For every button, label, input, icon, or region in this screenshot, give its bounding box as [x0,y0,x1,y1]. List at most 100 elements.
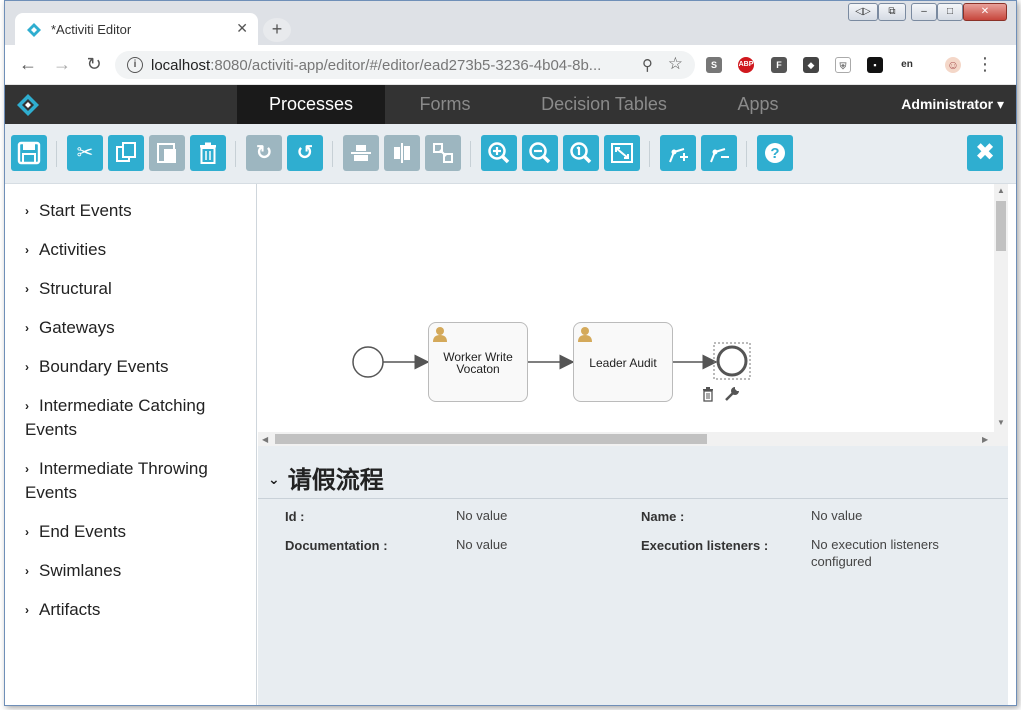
url-text: localhost:8080/activiti-app/editor/#/edi… [151,57,602,74]
scissors-icon: ✂ [76,142,94,164]
execution-listeners-label: Execution listeners : [641,538,769,553]
canvas-horizontal-scrollbar[interactable]: ◀ ▶ [258,432,1008,446]
delete-element-icon[interactable] [701,386,715,402]
wrench-icon[interactable] [724,386,740,402]
tab-title: *Activiti Editor [51,22,132,37]
delete-button[interactable] [190,135,226,171]
copy-icon [116,142,136,162]
adblock-plus-icon[interactable]: ABP [738,57,754,73]
editor-toolbar: ✂ ↻ ↺ ? ✖ [5,124,1016,184]
palette-structural[interactable]: › Structural [25,277,245,301]
help-button[interactable]: ? [757,135,793,171]
paste-button[interactable] [149,135,185,171]
extension-s-icon[interactable]: S [706,57,722,73]
save-icon [17,141,41,165]
process-title[interactable]: ⌄ 请假流程 [268,460,384,495]
translate-en-icon[interactable]: en [899,57,915,73]
undo-icon: ↺ [296,142,314,164]
start-event[interactable] [352,346,384,378]
zoom-fit-button[interactable] [604,135,640,171]
copy-button[interactable] [108,135,144,171]
tab-apps[interactable]: Apps [705,85,811,124]
tab-strip: *Activiti Editor ✕ + ◁▷ ⧉ – □ ✕ [5,1,1016,45]
paste-icon [157,143,176,163]
cut-button[interactable]: ✂ [67,135,103,171]
user-task-leader-audit[interactable]: Leader Audit [573,322,673,402]
tab-close-icon[interactable]: ✕ [236,20,248,37]
tab-forms[interactable]: Forms [385,85,505,124]
tab-processes[interactable]: Processes [237,85,385,131]
app-header: Processes Forms Decision Tables Apps Adm… [5,85,1016,131]
window-maximize-button[interactable]: □ [937,3,963,21]
chevron-right-icon: › [25,462,29,476]
zoom-out-icon [529,142,551,164]
browser-menu-icon[interactable]: ⋮ [976,54,994,75]
close-editor-button[interactable]: ✖ [967,135,1003,171]
activiti-favicon-icon [27,23,41,37]
extension-shield-icon[interactable]: ⛨ [835,57,851,73]
align-vertical-icon [394,143,410,163]
redo-button[interactable]: ↻ [246,135,282,171]
svg-text:?: ? [770,145,779,162]
palette-swimlanes[interactable]: › Swimlanes [25,559,245,583]
user-name: Administrator [901,96,994,112]
palette-boundary-events[interactable]: › Boundary Events [25,355,245,379]
profile-avatar-icon[interactable]: ☺ [945,57,961,73]
vertical-scroll-thumb[interactable] [996,201,1006,251]
browser-tab[interactable]: *Activiti Editor ✕ [15,13,258,45]
palette-end-events[interactable]: › End Events [25,520,245,544]
reload-icon[interactable]: ↻ [83,54,105,75]
undo-button[interactable]: ↺ [287,135,323,171]
window-restore-button[interactable]: ⧉ [878,3,906,21]
palette-start-events[interactable]: › Start Events [25,199,245,223]
horizontal-scroll-thumb[interactable] [275,434,707,444]
zoom-out-button[interactable] [522,135,558,171]
palette-intermediate-throwing-events[interactable]: › Intermediate Throwing Events [25,457,245,505]
chevron-down-icon: ▾ [996,96,1004,112]
add-bend-point-button[interactable] [660,135,696,171]
zoom-actual-button[interactable] [563,135,599,171]
align-horizontal-button[interactable] [343,135,379,171]
address-bar: ← → ↻ i localhost:8080/activiti-app/edit… [5,45,1016,85]
window-minimize-button[interactable]: – [911,3,937,21]
remove-bend-point-button[interactable] [701,135,737,171]
execution-listeners-value[interactable]: No execution listeners configured [811,536,939,570]
window-close-button[interactable]: ✕ [963,3,1007,21]
back-arrow-icon[interactable]: ← [17,54,39,75]
id-label: Id : [285,509,305,524]
diagram-canvas[interactable]: Worker Write Vocaton Leader Audit [258,184,994,432]
extension-dark-icon[interactable]: ▪ [867,57,883,73]
id-value[interactable]: No value [456,507,507,524]
url-field[interactable]: i localhost:8080/activiti-app/editor/#/e… [115,51,695,79]
extension-f-icon[interactable]: F [771,57,787,73]
bookmark-star-icon[interactable]: ☆ [668,54,683,74]
window-snap-button[interactable]: ◁▷ [848,3,878,21]
forward-arrow-icon[interactable]: → [51,54,73,75]
info-icon[interactable]: i [127,57,143,73]
name-value[interactable]: No value [811,507,862,524]
close-icon: ✖ [974,139,996,166]
bend-point-remove-icon [710,148,729,163]
new-tab-button[interactable]: + [263,18,291,42]
align-horizontal-icon [351,145,371,161]
user-menu[interactable]: Administrator ▾ [901,96,1004,113]
chevron-right-icon: › [25,204,29,218]
align-vertical-button[interactable] [384,135,420,171]
activiti-logo-icon[interactable] [17,94,39,116]
palette-gateways[interactable]: › Gateways [25,316,245,340]
browser-window: *Activiti Editor ✕ + ◁▷ ⧉ – □ ✕ ← → ↻ i … [4,0,1017,706]
palette-artifacts[interactable]: › Artifacts [25,598,245,622]
save-button[interactable] [11,135,47,171]
palette-activities[interactable]: › Activities [25,238,245,262]
zoom-in-button[interactable] [481,135,517,171]
extension-diamond-icon[interactable]: ◆ [803,57,819,73]
tab-decision-tables[interactable]: Decision Tables [525,85,683,124]
same-size-button[interactable] [425,135,461,171]
end-event[interactable] [716,345,748,377]
documentation-value[interactable]: No value [456,536,507,553]
canvas-vertical-scrollbar[interactable]: ▲ ▼ [994,184,1008,432]
user-task-worker-write[interactable]: Worker Write Vocaton [428,322,528,402]
palette-intermediate-catching-events[interactable]: › Intermediate Catching Events [25,394,245,442]
zoom-magnifier-icon[interactable]: ⚲ [642,56,653,74]
properties-panel: ⌄ 请假流程 Id : No value Name : No value Docu… [258,446,1008,705]
